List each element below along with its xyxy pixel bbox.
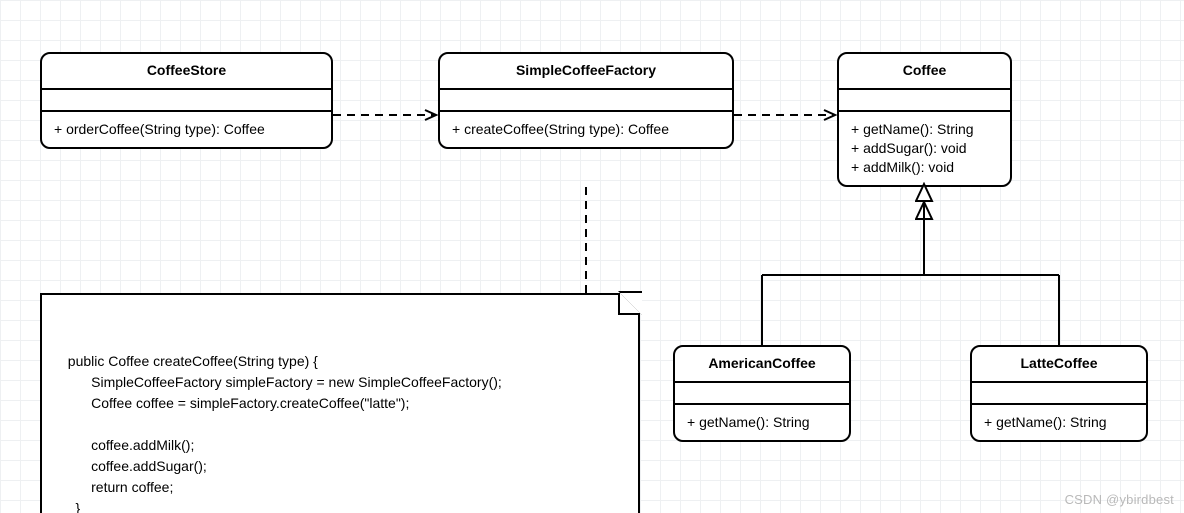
watermark: CSDN @ybirdbest <box>1065 492 1174 507</box>
class-title: AmericanCoffee <box>675 347 849 381</box>
class-attributes <box>42 88 331 110</box>
note-code: public Coffee createCoffee(String type) … <box>60 353 502 513</box>
class-coffee-store: CoffeeStore + orderCoffee(String type): … <box>40 52 333 149</box>
class-attributes <box>972 381 1146 403</box>
class-title: SimpleCoffeeFactory <box>440 54 732 88</box>
note-fold-icon <box>618 293 640 315</box>
class-operations: + orderCoffee(String type): Coffee <box>42 110 331 147</box>
class-simple-coffee-factory: SimpleCoffeeFactory + createCoffee(Strin… <box>438 52 734 149</box>
class-operations: + getName(): String <box>675 403 849 440</box>
class-title: LatteCoffee <box>972 347 1146 381</box>
class-latte-coffee: LatteCoffee + getName(): String <box>970 345 1148 442</box>
class-operations: + getName(): String + addSugar(): void +… <box>839 110 1010 185</box>
class-attributes <box>440 88 732 110</box>
class-coffee: Coffee + getName(): String + addSugar():… <box>837 52 1012 187</box>
class-title: Coffee <box>839 54 1010 88</box>
class-attributes <box>675 381 849 403</box>
class-title: CoffeeStore <box>42 54 331 88</box>
class-american-coffee: AmericanCoffee + getName(): String <box>673 345 851 442</box>
class-attributes <box>839 88 1010 110</box>
class-operations: + createCoffee(String type): Coffee <box>440 110 732 147</box>
code-note: public Coffee createCoffee(String type) … <box>40 293 640 513</box>
class-operations: + getName(): String <box>972 403 1146 440</box>
